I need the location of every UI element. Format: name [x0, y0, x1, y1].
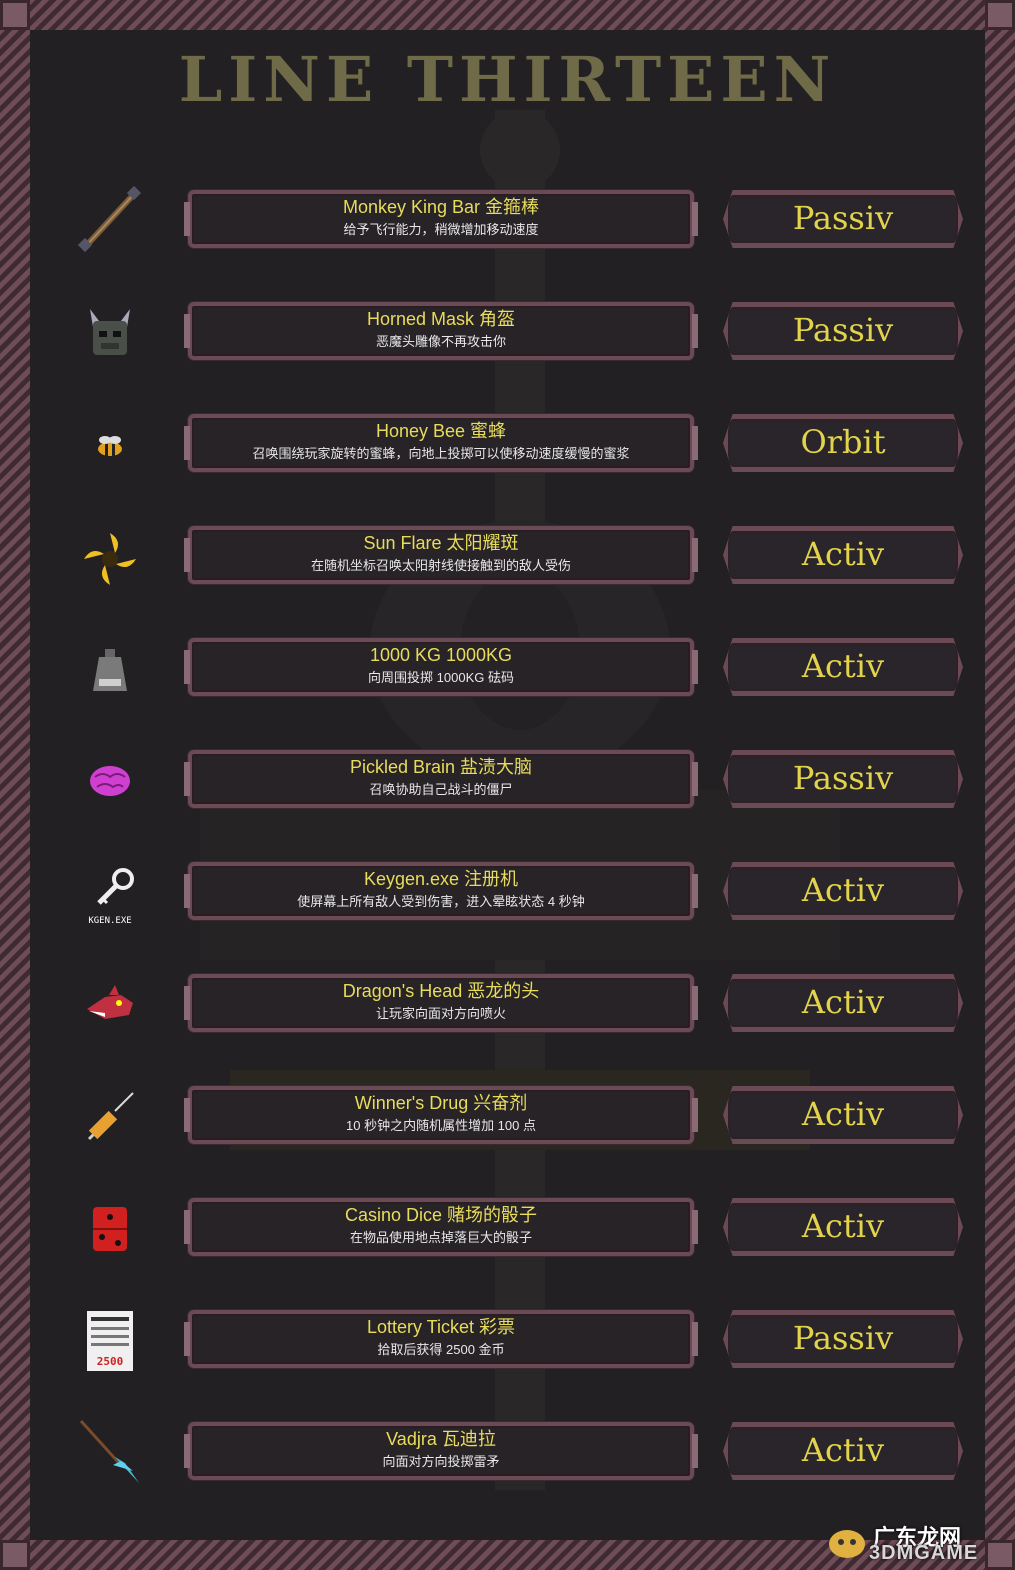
sun-flare-icon: [75, 521, 145, 591]
item-type-badge: Activ: [723, 974, 963, 1032]
item-description: 向周围投掷 1000KG 砝码: [368, 670, 514, 685]
list-item: Honey Bee 蜜蜂 召唤围绕玩家旋转的蜜蜂，向地上投掷可以使移动速度缓慢的…: [30, 404, 985, 484]
watermark-brand: 3DMGAME: [869, 1542, 979, 1564]
brain-icon: [75, 745, 145, 815]
item-name: Vadjra 瓦迪拉: [386, 1429, 496, 1449]
horned-mask-icon: [75, 297, 145, 367]
item-info-box: 1000 KG 1000KG 向周围投掷 1000KG 砝码: [184, 638, 698, 696]
item-type-badge: Passiv: [723, 750, 963, 808]
item-name: 1000 KG 1000KG: [369, 645, 513, 665]
item-type-label: Activ: [801, 1431, 885, 1469]
item-name: Sun Flare 太阳耀斑: [363, 533, 519, 553]
item-type-label: Activ: [801, 1095, 885, 1133]
item-info-box: Horned Mask 角盔 恶魔头雕像不再攻击你: [184, 302, 698, 360]
bee-icon: [75, 409, 145, 479]
list-item: 2500 Lottery Ticket 彩票 拾取后获得 2500 金币 Pas…: [30, 1300, 985, 1380]
item-type-label: Activ: [801, 1207, 885, 1245]
site-watermark: 广东龙网 3DMGAME: [825, 1520, 1005, 1564]
item-type-badge: Passiv: [723, 190, 963, 248]
item-description: 召唤围绕玩家旋转的蜜蜂，向地上投掷可以使移动速度缓慢的蜜浆: [252, 446, 630, 461]
item-type-badge: Activ: [723, 526, 963, 584]
list-item: Dragon's Head 恶龙的头 让玩家向面对方向喷火 Activ: [30, 964, 985, 1044]
list-item: Casino Dice 赌场的骰子 在物品使用地点掉落巨大的骰子 Activ: [30, 1188, 985, 1268]
item-type-label: Passiv: [792, 1319, 894, 1357]
item-name: Dragon's Head 恶龙的头: [342, 981, 540, 1001]
list-item: KGEN.EXE Keygen.exe 注册机 使屏幕上所有敌人受到伤害，进入晕…: [30, 852, 985, 932]
spear-icon: [75, 1417, 145, 1487]
item-description: 在物品使用地点掉落巨大的骰子: [349, 1230, 532, 1245]
item-list-panel: LINE THIRTEEN Monkey King Bar 金箍棒 给予飞行能力…: [30, 30, 985, 1540]
item-info-box: Lottery Ticket 彩票 拾取后获得 2500 金币: [184, 1310, 698, 1368]
item-type-label: Passiv: [792, 759, 894, 797]
syringe-icon: [75, 1081, 145, 1151]
item-type-badge: Activ: [723, 1086, 963, 1144]
item-type-badge: Passiv: [723, 1310, 963, 1368]
item-info-box: Pickled Brain 盐渍大脑 召唤协助自己战斗的僵尸: [184, 750, 698, 808]
item-info-box: Monkey King Bar 金箍棒 给予飞行能力，稍微增加移动速度: [184, 190, 698, 248]
item-info-box: Winner's Drug 兴奋剂 10 秒钟之内随机属性增加 100 点: [184, 1086, 698, 1144]
svg-text:2500: 2500: [97, 1355, 124, 1368]
item-name: Monkey King Bar 金箍棒: [342, 197, 540, 217]
item-type-badge: Activ: [723, 638, 963, 696]
item-description: 给予飞行能力，稍微增加移动速度: [343, 222, 539, 237]
item-name: Casino Dice 赌场的骰子: [344, 1205, 538, 1225]
frame-corner-icon: [0, 1540, 30, 1570]
item-type-label: Activ: [801, 535, 885, 573]
item-name: Lottery Ticket 彩票: [366, 1317, 516, 1337]
item-description: 10 秒钟之内随机属性增加 100 点: [346, 1118, 536, 1133]
dice-icon: [75, 1193, 145, 1263]
svg-text:KGEN.EXE: KGEN.EXE: [88, 916, 131, 926]
list-item: Vadjra 瓦迪拉 向面对方向投掷雷矛 Activ: [30, 1412, 985, 1492]
frame-corner-icon: [0, 0, 30, 30]
item-type-label: Activ: [801, 871, 885, 909]
item-info-box: Vadjra 瓦迪拉 向面对方向投掷雷矛: [184, 1422, 698, 1480]
item-type-badge: Orbit: [723, 414, 963, 472]
staff-icon: [75, 185, 145, 255]
item-type-label: Activ: [801, 983, 885, 1021]
item-info-box: Honey Bee 蜜蜂 召唤围绕玩家旋转的蜜蜂，向地上投掷可以使移动速度缓慢的…: [184, 414, 698, 472]
watermark-logo-icon: [829, 1530, 865, 1558]
item-description: 向面对方向投掷雷矛: [382, 1454, 500, 1469]
item-description: 让玩家向面对方向喷火: [375, 1006, 506, 1021]
item-description: 召唤协助自己战斗的僵尸: [369, 782, 513, 797]
item-name: Keygen.exe 注册机: [363, 869, 519, 889]
weight-icon: [75, 633, 145, 703]
item-name: Honey Bee 蜜蜂: [375, 421, 507, 441]
item-name: Winner's Drug 兴奋剂: [354, 1093, 528, 1113]
item-name: Horned Mask 角盔: [366, 309, 516, 329]
item-info-box: Dragon's Head 恶龙的头 让玩家向面对方向喷火: [184, 974, 698, 1032]
key-icon: KGEN.EXE: [75, 857, 145, 927]
item-type-badge: Activ: [723, 1198, 963, 1256]
list-item: Horned Mask 角盔 恶魔头雕像不再攻击你 Passiv: [30, 292, 985, 372]
item-type-label: Passiv: [792, 311, 894, 349]
item-info-box: Casino Dice 赌场的骰子 在物品使用地点掉落巨大的骰子: [184, 1198, 698, 1256]
frame-corner-icon: [985, 0, 1015, 30]
lottery-ticket-icon: 2500: [75, 1305, 145, 1375]
list-item: Sun Flare 太阳耀斑 在随机坐标召唤太阳射线使接触到的敌人受伤 Acti…: [30, 516, 985, 596]
item-type-badge: Activ: [723, 862, 963, 920]
item-type-label: Orbit: [800, 423, 886, 461]
page-title: LINE THIRTEEN: [178, 43, 837, 116]
list-item: Pickled Brain 盐渍大脑 召唤协助自己战斗的僵尸 Passiv: [30, 740, 985, 820]
item-description: 恶魔头雕像不再攻击你: [375, 334, 506, 349]
dragon-head-icon: [75, 969, 145, 1039]
item-description: 在随机坐标召唤太阳射线使接触到的敌人受伤: [310, 558, 571, 573]
item-type-badge: Activ: [723, 1422, 963, 1480]
list-item: Winner's Drug 兴奋剂 10 秒钟之内随机属性增加 100 点 Ac…: [30, 1076, 985, 1156]
item-description: 使屏幕上所有敌人受到伤害，进入晕眩状态 4 秒钟: [297, 894, 585, 909]
item-info-box: Keygen.exe 注册机 使屏幕上所有敌人受到伤害，进入晕眩状态 4 秒钟: [184, 862, 698, 920]
item-type-badge: Passiv: [723, 302, 963, 360]
list-item: 1000 KG 1000KG 向周围投掷 1000KG 砝码 Activ: [30, 628, 985, 708]
item-name: Pickled Brain 盐渍大脑: [349, 757, 533, 777]
item-description: 拾取后获得 2500 金币: [377, 1342, 505, 1357]
item-type-label: Activ: [801, 647, 885, 685]
list-item: Monkey King Bar 金箍棒 给予飞行能力，稍微增加移动速度 Pass…: [30, 180, 985, 260]
item-type-label: Passiv: [792, 199, 894, 237]
item-info-box: Sun Flare 太阳耀斑 在随机坐标召唤太阳射线使接触到的敌人受伤: [184, 526, 698, 584]
